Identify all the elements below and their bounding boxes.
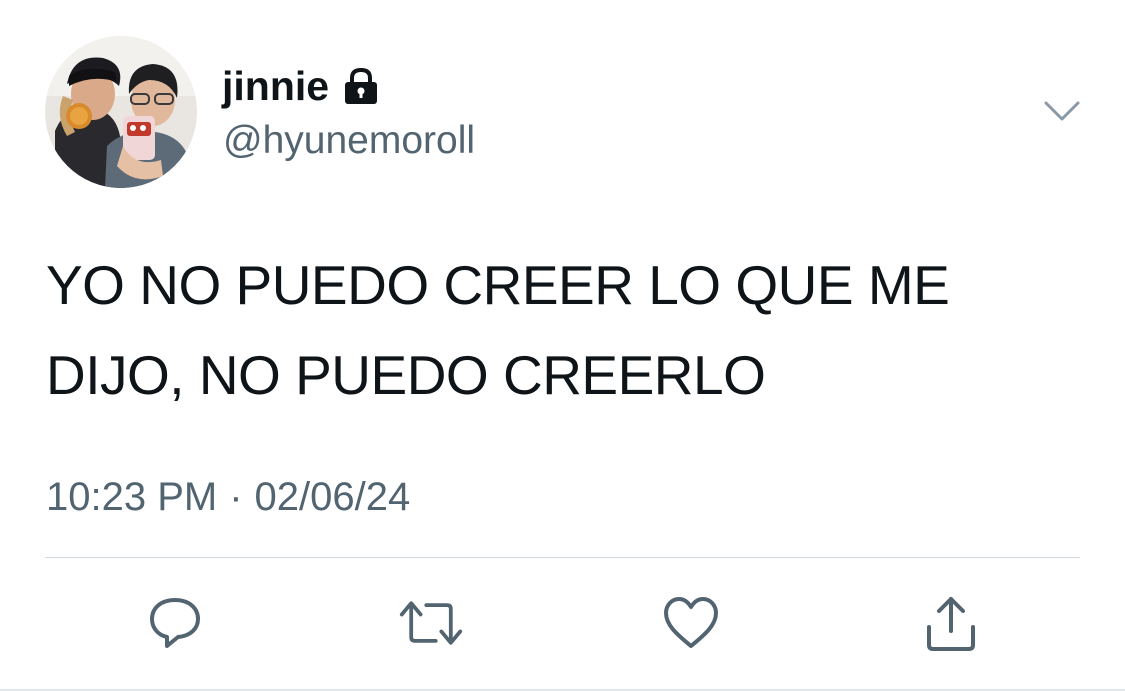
meta-separator: · bbox=[229, 475, 243, 519]
retweet-button[interactable] bbox=[398, 590, 464, 656]
tweet-timestamp[interactable]: 10:23 PM · 02/06/24 bbox=[46, 474, 410, 520]
lock-icon bbox=[341, 66, 381, 106]
more-options-button[interactable] bbox=[1040, 95, 1084, 129]
reply-icon bbox=[150, 598, 200, 648]
action-bar bbox=[0, 590, 1125, 660]
user-handle[interactable]: @hyunemoroll bbox=[223, 116, 475, 166]
tweet-card: jinnie @hyunemoroll YO NO PUEDO CREER LO… bbox=[0, 0, 1125, 691]
tweet-text: YO NO PUEDO CREER LO QUE ME DIJO, NO PUE… bbox=[46, 254, 950, 406]
tweet-date: 02/06/24 bbox=[254, 475, 411, 519]
retweet-icon bbox=[399, 601, 463, 645]
share-icon bbox=[927, 597, 975, 651]
avatar[interactable] bbox=[45, 36, 197, 188]
chevron-down-icon bbox=[1044, 101, 1080, 121]
avatar-photo bbox=[45, 36, 197, 188]
share-button[interactable] bbox=[918, 590, 984, 656]
name-row: jinnie bbox=[222, 60, 381, 112]
like-button[interactable] bbox=[658, 590, 724, 656]
tweet-time: 10:23 PM bbox=[46, 475, 218, 519]
heart-icon bbox=[664, 597, 718, 648]
divider bbox=[45, 557, 1080, 558]
display-name[interactable]: jinnie bbox=[222, 60, 329, 112]
reply-button[interactable] bbox=[142, 590, 208, 656]
